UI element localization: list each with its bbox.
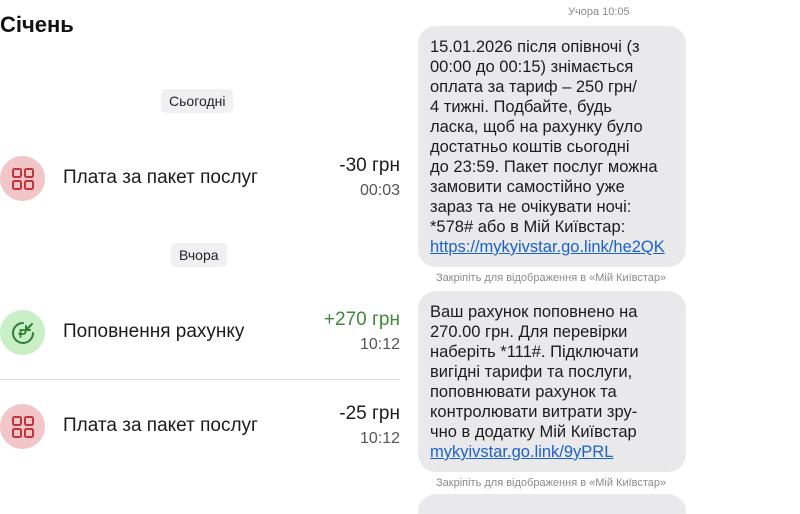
month-heading: Січень [0,12,74,37]
message-text: Ваш рахунок поповнено на 270.00 грн. Для… [430,303,639,441]
message-timestamp: Учора 10:05 [568,6,630,18]
transaction-title: Плата за пакет послуг [63,167,258,188]
message-link[interactable]: mykyivstar.go.link/9yPRL [430,442,674,462]
transaction-amount: -30 грн [339,155,400,176]
message-bubble-partial [418,494,686,514]
grid-icon [0,404,45,449]
transaction-amount: +270 грн [323,309,400,330]
transaction-time: 00:03 [359,182,400,199]
message-bubble[interactable]: Ваш рахунок поповнено на 270.00 грн. Для… [418,291,686,472]
pin-caption[interactable]: Закріпіть для відображення в «Мій Київст… [436,477,666,489]
transaction-row[interactable]: Плата за пакет послуг -30 грн 00:03 [0,148,405,208]
date-separator-today: Сьогодні [161,89,234,113]
row-divider [0,379,400,380]
transaction-time: 10:12 [359,336,400,353]
transaction-time: 10:12 [359,430,400,447]
transaction-row[interactable]: Поповнення рахунку +270 грн 10:12 [0,302,405,362]
topup-icon [0,310,45,355]
date-separator-yesterday: Вчора [171,243,227,267]
transaction-amount: -25 грн [339,403,400,424]
transaction-title: Плата за пакет послуг [63,415,258,436]
pin-caption[interactable]: Закріпіть для відображення в «Мій Київст… [436,272,666,284]
message-bubble[interactable]: 15.01.2026 після опівночі (з 00:00 до 00… [418,26,686,267]
transaction-title: Поповнення рахунку [63,321,245,342]
transactions-panel: Січень Сьогодні Плата за пакет послуг -3… [0,0,410,500]
sms-thread: Учора 10:05 15.01.2026 після опівночі (з… [410,0,800,514]
message-text: 15.01.2026 після опівночі (з 00:00 до 00… [430,38,658,236]
grid-icon [0,156,45,201]
transaction-row[interactable]: Плата за пакет послуг -25 грн 10:12 [0,396,405,456]
message-link[interactable]: https://mykyivstar.go.link/he2QK [430,237,674,257]
